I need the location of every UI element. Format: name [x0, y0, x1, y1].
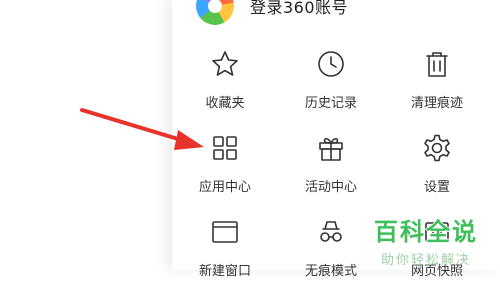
clock-icon [315, 48, 347, 80]
360-logo [196, 0, 234, 25]
menu-item-label: 应用中心 [198, 180, 251, 195]
menu-item-label: 历史记录 [304, 96, 357, 111]
trash-icon [421, 48, 453, 80]
menu-item-settings[interactable]: 设置 [384, 126, 490, 210]
menu-item-incognito[interactable]: 无痕模式 [278, 210, 384, 294]
menu-item-label: 设置 [423, 180, 450, 195]
window-icon [209, 216, 241, 248]
watermark-subtitle: 助你轻松解决 [380, 253, 471, 268]
incognito-icon [315, 216, 347, 248]
menu-item-label: 清理痕迹 [410, 96, 463, 111]
watermark: 百科全说 助你轻松解决 [374, 212, 478, 268]
gear-icon [421, 132, 453, 164]
watermark-title: 百科全说 [374, 218, 478, 246]
login-text[interactable]: 登录360账号 [250, 0, 348, 18]
menu-item-new-window[interactable]: 新建窗口 [172, 210, 278, 294]
menu-item-history[interactable]: 历史记录 [278, 42, 384, 126]
red-pointer-arrow [80, 108, 204, 150]
menu-item-activity-center[interactable]: 活动中心 [278, 126, 384, 210]
login-row[interactable]: 登录360账号 [196, 0, 348, 26]
star-icon [209, 48, 241, 80]
gift-icon [315, 132, 347, 164]
menu-item-label: 活动中心 [304, 180, 357, 195]
menu-item-clear-traces[interactable]: 清理痕迹 [384, 42, 490, 126]
